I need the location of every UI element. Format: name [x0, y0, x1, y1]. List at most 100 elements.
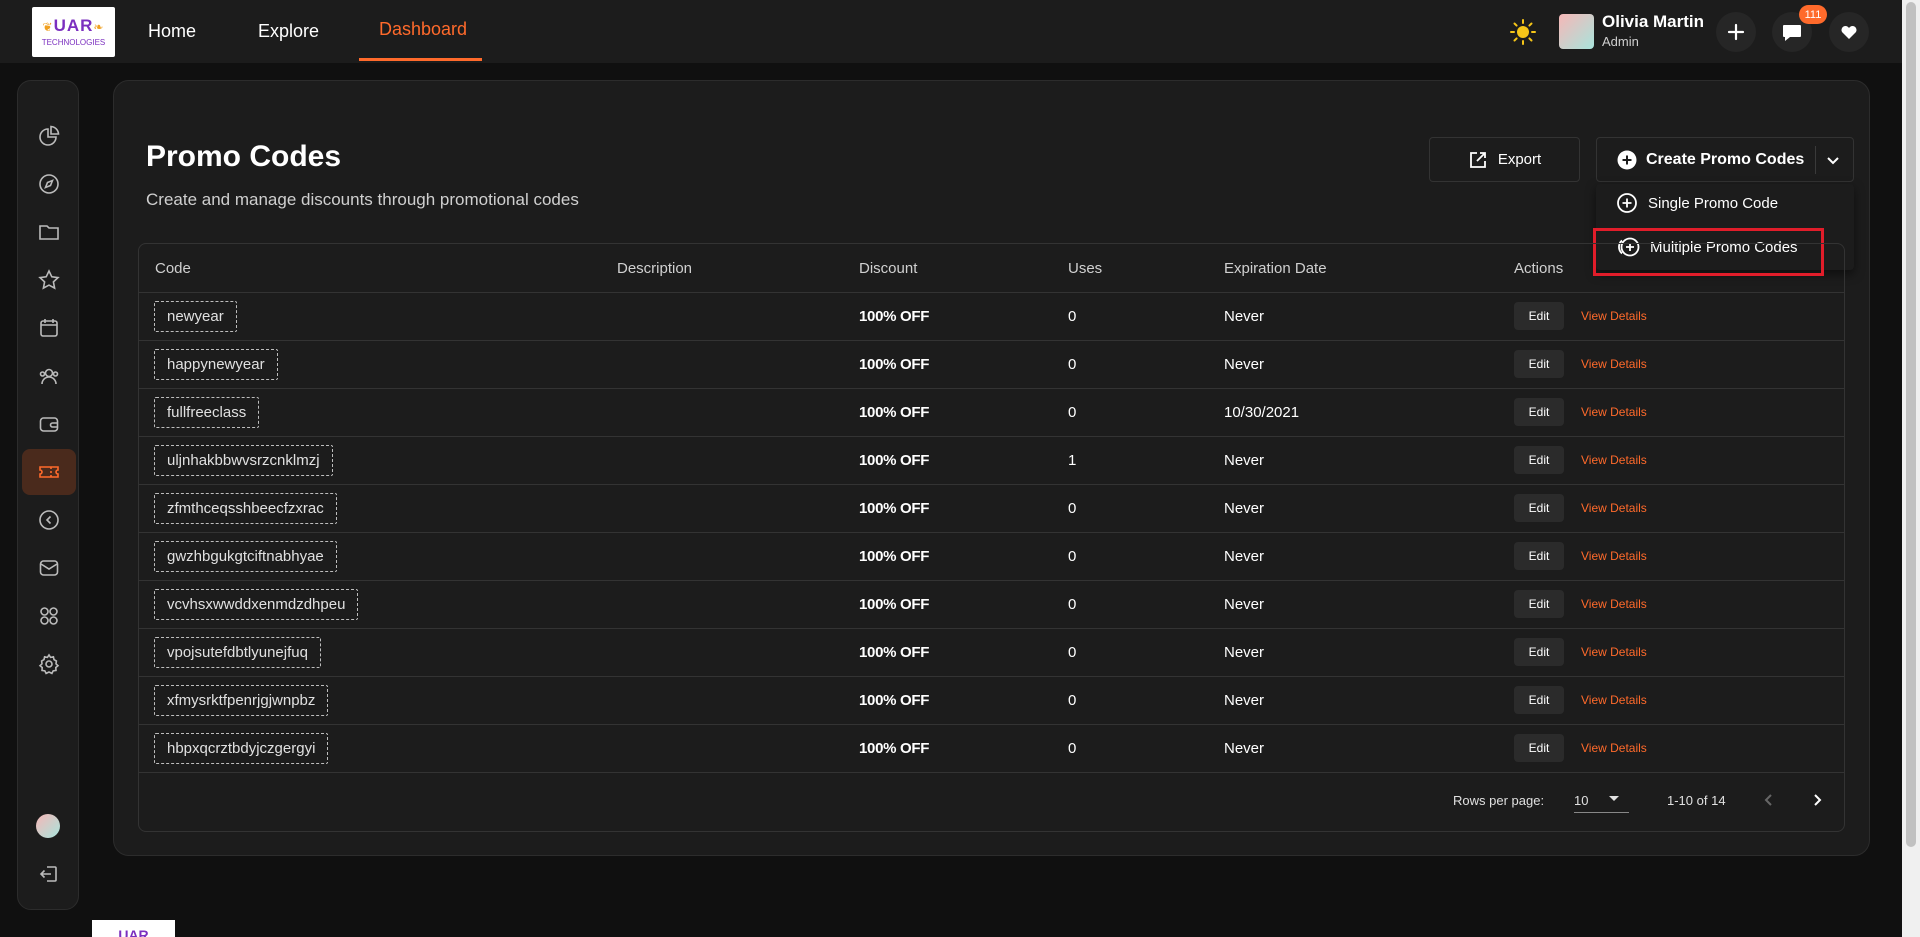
- sidebar-item-settings[interactable]: [22, 641, 76, 687]
- sidebar-item-favorites[interactable]: [22, 257, 76, 303]
- promo-code-chip[interactable]: happynewyear: [154, 349, 278, 380]
- view-details-link[interactable]: View Details: [1581, 436, 1647, 484]
- folder-icon: [39, 225, 59, 240]
- edit-button[interactable]: Edit: [1514, 398, 1564, 426]
- column-header-code[interactable]: Code: [155, 244, 191, 292]
- promo-discount: 100% OFF: [859, 691, 930, 709]
- table-row: hbpxqcrztbdyjczgergyi 100% OFF 0 Never Edit V…: [139, 724, 1844, 773]
- single-promo-label: Single Promo Code: [1648, 194, 1779, 212]
- chat-bubble-icon: [1783, 25, 1801, 41]
- column-header-discount[interactable]: Discount: [859, 244, 917, 292]
- next-page-button[interactable]: [1805, 788, 1829, 812]
- sidebar-item-explore[interactable]: [22, 161, 76, 207]
- star-icon: [38, 269, 60, 290]
- scrollbar-thumb[interactable]: [1906, 2, 1916, 847]
- view-details-link[interactable]: View Details: [1581, 484, 1647, 532]
- add-button[interactable]: [1716, 12, 1756, 52]
- rows-per-page-label: Rows per page:: [1453, 792, 1545, 808]
- export-button[interactable]: Export: [1429, 137, 1580, 182]
- table-row: xfmysrktfpenrjgjwnpbz 100% OFF 0 Never Edit V…: [139, 676, 1844, 725]
- promo-discount: 100% OFF: [859, 739, 930, 757]
- top-bar: ❦UAR❧ TECHNOLOGIES Home Explore Dashboar…: [0, 0, 1902, 63]
- chevron-right-icon: [1814, 794, 1822, 806]
- view-details-link[interactable]: View Details: [1581, 580, 1647, 628]
- page-scrollbar[interactable]: [1902, 0, 1920, 937]
- view-details-link[interactable]: View Details: [1581, 628, 1647, 676]
- promo-code-chip[interactable]: hbpxqcrztbdyjczgergyi: [154, 733, 329, 764]
- sidebar-item-users[interactable]: [22, 353, 76, 399]
- edit-button[interactable]: Edit: [1514, 686, 1564, 714]
- promo-expiration: 10/30/2021: [1224, 403, 1300, 421]
- plus-circle-icon: [1617, 150, 1637, 169]
- apps-grid-icon: [40, 607, 58, 625]
- view-details-link[interactable]: View Details: [1581, 724, 1647, 772]
- promo-code-chip[interactable]: zfmthceqsshbeecfzxrac: [154, 493, 337, 524]
- edit-button[interactable]: Edit: [1514, 446, 1564, 474]
- promo-code-chip[interactable]: vcvhsxwwddxenmdzdhpeu: [154, 589, 359, 620]
- promo-codes-table: Code Description Discount Uses Expiratio…: [138, 243, 1845, 832]
- view-details-link[interactable]: View Details: [1581, 292, 1647, 340]
- nav-dashboard[interactable]: Dashboard: [379, 0, 467, 61]
- wallet-icon: [39, 417, 59, 432]
- promo-code-chip[interactable]: gwzhbgukgtciftnabhyae: [154, 541, 337, 572]
- promo-code-chip[interactable]: newyear: [154, 301, 237, 332]
- menu-item-single-promo-code[interactable]: Single Promo Code: [1616, 191, 1778, 215]
- sidebar-item-mail[interactable]: [22, 545, 76, 591]
- chevron-down-icon[interactable]: [1824, 151, 1842, 169]
- promo-uses: 0: [1068, 547, 1077, 565]
- brand-logo[interactable]: ❦UAR❧ TECHNOLOGIES: [32, 7, 115, 57]
- promo-uses: 0: [1068, 499, 1077, 517]
- sidebar-item-back[interactable]: [22, 497, 76, 543]
- column-header-uses[interactable]: Uses: [1068, 244, 1102, 292]
- page-subtitle: Create and manage discounts through prom…: [146, 190, 579, 209]
- create-promo-codes-button[interactable]: Create Promo Codes: [1596, 137, 1854, 182]
- edit-button[interactable]: Edit: [1514, 734, 1564, 762]
- view-details-link[interactable]: View Details: [1581, 676, 1647, 724]
- sidebar-item-apps[interactable]: [22, 593, 76, 639]
- edit-button[interactable]: Edit: [1514, 638, 1564, 666]
- sidebar-item-promo-codes[interactable]: [22, 449, 76, 495]
- promo-expiration: Never: [1224, 643, 1265, 661]
- table-row: vcvhsxwwddxenmdzdhpeu 100% OFF 0 Never Edit V…: [139, 580, 1844, 629]
- user-avatar[interactable]: [1559, 14, 1594, 49]
- sidebar-item-calendar[interactable]: [22, 305, 76, 351]
- table-header: Code Description Discount Uses Expiratio…: [139, 244, 1844, 293]
- sidebar-item-logout[interactable]: [22, 851, 76, 897]
- edit-button[interactable]: Edit: [1514, 494, 1564, 522]
- previous-page-button[interactable]: [1757, 788, 1781, 812]
- nav-explore[interactable]: Explore: [258, 0, 319, 63]
- promo-code-chip[interactable]: vpojsutefdbtlyunejfuq: [154, 637, 321, 668]
- favorites-button[interactable]: [1829, 12, 1869, 52]
- sidebar-item-files[interactable]: [22, 209, 76, 255]
- sun-icon[interactable]: [1510, 19, 1536, 45]
- nav-active-indicator: [359, 58, 482, 61]
- sidebar-item-wallet[interactable]: [22, 401, 76, 447]
- column-header-actions: Actions: [1514, 259, 1564, 277]
- promo-expiration: Never: [1224, 499, 1265, 517]
- heart-icon: [1841, 25, 1857, 39]
- promo-uses: 1: [1068, 451, 1077, 469]
- promo-code-chip[interactable]: fullfreeclass: [154, 397, 260, 428]
- edit-button[interactable]: Edit: [1514, 302, 1564, 330]
- footer-logo: UAR: [92, 920, 175, 937]
- edit-button[interactable]: Edit: [1514, 590, 1564, 618]
- promo-expiration: Never: [1224, 355, 1265, 373]
- view-details-link[interactable]: View Details: [1581, 340, 1647, 388]
- circle-chevron-left-icon: [39, 510, 59, 530]
- promo-expiration: Never: [1224, 547, 1265, 565]
- promo-uses: 0: [1068, 595, 1077, 613]
- promo-code-chip[interactable]: xfmysrktfpenrjgjwnpbz: [154, 685, 329, 716]
- edit-button[interactable]: Edit: [1514, 350, 1564, 378]
- view-details-link[interactable]: View Details: [1581, 388, 1647, 436]
- users-icon: [39, 368, 59, 385]
- rows-per-page-select[interactable]: 10: [1574, 770, 1629, 830]
- sidebar-item-analytics[interactable]: [22, 113, 76, 159]
- view-details-link[interactable]: View Details: [1581, 532, 1647, 580]
- promo-discount: 100% OFF: [859, 499, 930, 517]
- column-header-description[interactable]: Description: [617, 244, 692, 292]
- promo-code-chip[interactable]: uljnhakbbwvsrzcnklmzj: [154, 445, 333, 476]
- nav-home[interactable]: Home: [148, 0, 196, 63]
- edit-button[interactable]: Edit: [1514, 542, 1564, 570]
- column-header-expiration-date[interactable]: Expiration Date: [1224, 244, 1327, 292]
- avatar[interactable]: [36, 814, 60, 838]
